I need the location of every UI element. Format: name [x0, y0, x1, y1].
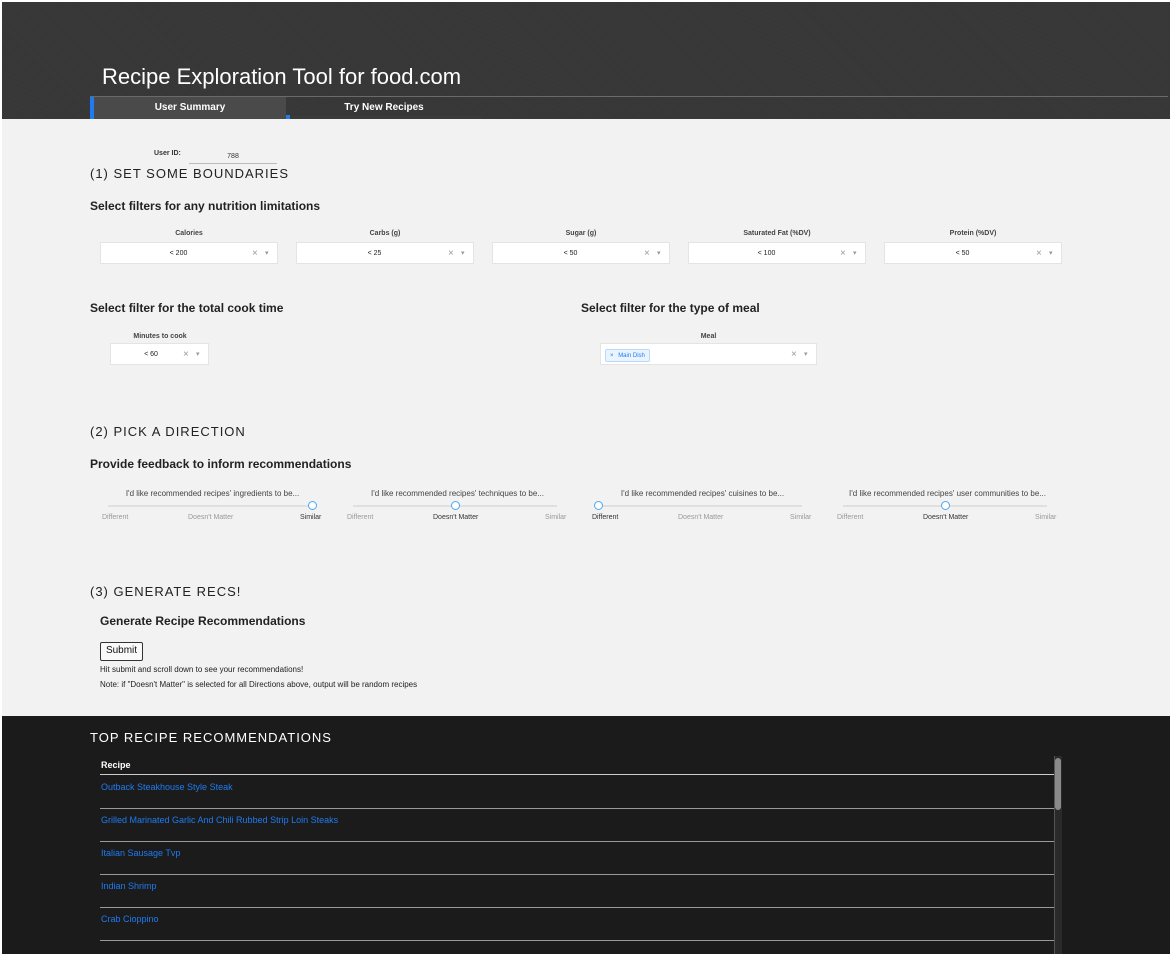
nutrition-heading: Select filters for any nutrition limitat…: [90, 199, 321, 213]
row-divider: [100, 940, 1054, 941]
chevron-down-icon[interactable]: ▾: [1049, 243, 1053, 265]
slider-handle[interactable]: [308, 501, 317, 510]
meal-dropdown[interactable]: × Main Dish × ▾: [600, 343, 817, 365]
chevron-down-icon[interactable]: ▾: [265, 243, 269, 265]
meal-type-heading: Select filter for the type of meal: [581, 301, 760, 315]
app-title: Recipe Exploration Tool for food.com: [102, 64, 462, 89]
cook-time-heading: Select filter for the total cook time: [90, 301, 284, 315]
filter-value: < 100: [757, 250, 776, 257]
filter-dropdown[interactable]: < 25 × ▾: [296, 242, 474, 264]
filter-value: < 200: [169, 250, 188, 257]
slider-tick-label: Doesn't Matter: [923, 514, 969, 521]
tab-bar: User Summary Try New Recipes: [90, 96, 1168, 119]
filter-dropdown[interactable]: < 100 × ▾: [688, 242, 866, 264]
feedback-heading: Provide feedback to inform recommendatio…: [90, 457, 352, 471]
recipe-link[interactable]: Outback Steakhouse Style Steak: [101, 782, 233, 792]
chevron-down-icon[interactable]: ▾: [461, 243, 465, 265]
slider-tick-label: Similar: [545, 514, 567, 521]
clear-icon[interactable]: ×: [252, 243, 258, 265]
slider-tick-label: Doesn't Matter: [678, 514, 724, 521]
slider-tick-label: Similar: [1035, 514, 1057, 521]
user-id-input[interactable]: 788: [189, 150, 277, 164]
cook-time-label: Minutes to cook: [133, 333, 187, 340]
tab-try-new-recipes[interactable]: Try New Recipes: [286, 97, 482, 119]
clear-icon[interactable]: ×: [448, 243, 454, 265]
meal-label: Meal: [700, 333, 717, 340]
user-id-label: User ID:: [154, 150, 181, 157]
slider-tick-label: Doesn't Matter: [188, 514, 234, 521]
section-generate-title: (3) GENERATE RECS!: [90, 584, 242, 599]
filter-label: Carbs (g): [369, 230, 401, 237]
slider-title: I'd like recommended recipes' ingredient…: [125, 489, 300, 498]
recipe-link[interactable]: Grilled Marinated Garlic And Chili Rubbe…: [101, 815, 338, 825]
row-divider: [100, 907, 1054, 908]
row-divider: [100, 808, 1054, 809]
chevron-down-icon[interactable]: ▾: [804, 344, 808, 366]
tab-user-summary[interactable]: User Summary: [90, 97, 286, 119]
chevron-down-icon[interactable]: ▾: [853, 243, 857, 265]
slider-tick-label: Different: [592, 514, 619, 521]
meal-tag-main-dish[interactable]: × Main Dish: [605, 349, 650, 362]
slider-tick-label: Different: [102, 514, 129, 521]
slider-title: I'd like recommended recipes' cuisines t…: [620, 489, 785, 498]
slider-tick-label: Different: [347, 514, 374, 521]
filter-label: Calories: [175, 230, 203, 237]
random-note: Note: if "Doesn't Matter" is selected fo…: [100, 680, 418, 689]
section-direction-title: (2) PICK A DIRECTION: [90, 424, 246, 439]
recipe-link[interactable]: Crab Cioppino: [101, 914, 159, 924]
submit-hint: Hit submit and scroll down to see your r…: [100, 665, 304, 674]
cook-time-value: < 60: [144, 351, 158, 358]
results-panel: TOP RECIPE RECOMMENDATIONS Recipe Outbac…: [2, 716, 1170, 954]
recipe-column-header: Recipe: [101, 760, 131, 770]
filter-dropdown[interactable]: < 50 × ▾: [884, 242, 1062, 264]
slider-tick-label: Similar: [300, 514, 322, 521]
filter-value: < 50: [955, 250, 970, 257]
filter-value: < 25: [367, 250, 382, 257]
clear-icon[interactable]: ×: [1036, 243, 1042, 265]
chevron-down-icon[interactable]: ▾: [196, 344, 200, 366]
slider-title: I'd like recommended recipes' techniques…: [371, 489, 544, 498]
filter-label: Sugar (g): [565, 230, 597, 237]
section-boundaries-title: (1) SET SOME BOUNDARIES: [90, 166, 290, 181]
filter-dropdown[interactable]: < 50 × ▾: [492, 242, 670, 264]
filter-label: Saturated Fat (%DV): [743, 230, 811, 237]
filter-label: Protein (%DV): [949, 230, 997, 237]
results-title: TOP RECIPE RECOMMENDATIONS: [90, 730, 332, 745]
chevron-down-icon[interactable]: ▾: [657, 243, 661, 265]
results-scrollbar-thumb[interactable]: [1055, 758, 1061, 810]
recipe-link[interactable]: Italian Sausage Tvp: [101, 848, 180, 858]
slider-handle[interactable]: [594, 501, 603, 510]
clear-icon[interactable]: ×: [644, 243, 650, 265]
header-divider: [100, 774, 1054, 775]
filter-value: < 50: [563, 250, 578, 257]
submit-button[interactable]: Submit: [100, 642, 143, 661]
slider-tick-label: Different: [837, 514, 864, 521]
generate-heading: Generate Recipe Recommendations: [100, 614, 306, 628]
cook-time-dropdown[interactable]: < 60 × ▾: [110, 343, 209, 365]
slider-handle[interactable]: [451, 501, 460, 510]
row-divider: [100, 841, 1054, 842]
slider-track[interactable]: [598, 505, 802, 507]
row-divider: [100, 874, 1054, 875]
clear-icon[interactable]: ×: [840, 243, 846, 265]
slider-title: I'd like recommended recipes' user commu…: [849, 489, 1046, 498]
filter-dropdown[interactable]: < 200 × ▾: [100, 242, 278, 264]
meal-tag-label: Main Dish: [618, 353, 645, 359]
slider-tick-label: Similar: [790, 514, 812, 521]
recipe-link[interactable]: Indian Shrimp: [101, 881, 157, 891]
slider-handle[interactable]: [941, 501, 950, 510]
tag-remove-icon[interactable]: ×: [610, 353, 614, 359]
slider-tick-label: Doesn't Matter: [433, 514, 479, 521]
slider-track[interactable]: [108, 505, 312, 507]
clear-icon[interactable]: ×: [791, 344, 797, 366]
clear-icon[interactable]: ×: [183, 344, 189, 366]
